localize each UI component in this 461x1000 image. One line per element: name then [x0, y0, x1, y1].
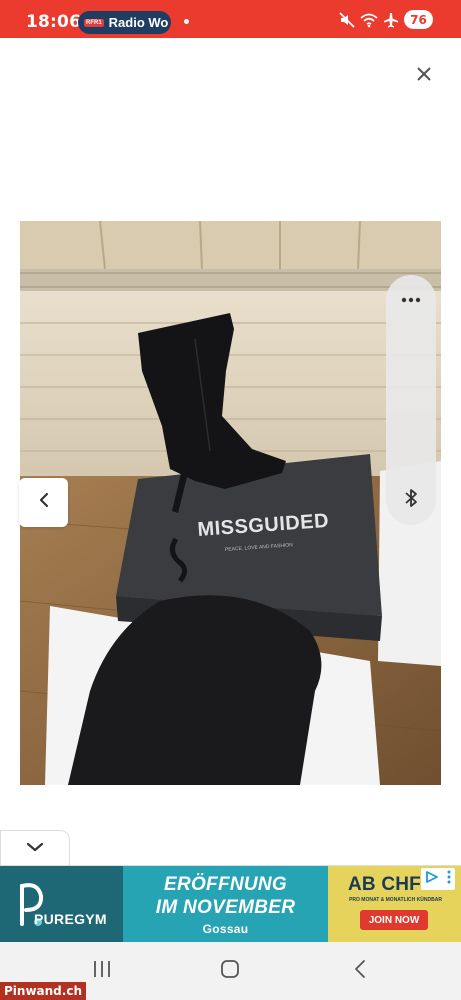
wifi-icon — [360, 12, 378, 28]
ad-message-panel[interactable]: ERÖFFNUNG IM NOVEMBER Gossau — [123, 866, 328, 942]
radio-logo: RFR1 — [84, 18, 104, 27]
chevron-down-icon — [25, 840, 45, 858]
ad-choices-icon — [425, 870, 439, 889]
home-button[interactable] — [210, 956, 250, 986]
airplane-icon — [383, 12, 399, 28]
close-icon — [416, 66, 432, 87]
ad-join-button[interactable]: JOIN NOW — [360, 910, 428, 930]
battery-indicator: 76 — [404, 10, 433, 29]
back-icon — [353, 959, 367, 984]
back-button[interactable] — [340, 956, 380, 986]
notification-pill[interactable]: RFR1 Radio Wo — [78, 11, 171, 34]
status-bar: 18:06 RFR1 Radio Wo 76 — [0, 0, 461, 38]
ad-fine-print: PRO MONAT & MONATLICH KÜNDBAR — [349, 897, 442, 903]
ad-offer-panel[interactable]: AB CHF 35 PRO MONAT & MONATLICH KÜNDBAR … — [328, 866, 461, 942]
recents-icon — [92, 960, 112, 983]
ad-headline-2: IM NOVEMBER — [155, 896, 296, 918]
mute-icon — [339, 11, 355, 28]
bluetooth-icon — [404, 488, 418, 513]
close-button[interactable] — [410, 62, 438, 90]
home-icon — [220, 959, 240, 984]
recents-button[interactable] — [82, 956, 122, 986]
ad-headline-1: ERÖFFNUNG — [163, 873, 288, 895]
chevron-left-icon — [38, 492, 50, 513]
ad-location: Gossau — [202, 921, 249, 936]
notification-pill-label: Radio Wo — [108, 15, 169, 30]
ad-choices-button[interactable] — [421, 868, 455, 890]
ad-brand-name: PUREGYM — [34, 911, 107, 927]
ad-options-icon — [447, 870, 451, 889]
status-time: 18:06 — [26, 12, 82, 32]
bluetooth-button[interactable] — [386, 487, 436, 513]
notification-dot — [184, 19, 189, 24]
listing-photo[interactable]: MISSGUIDED PEACE, LOVE AND FASHION — [20, 221, 441, 785]
side-panel — [386, 275, 436, 525]
more-horizontal-icon — [401, 290, 421, 308]
previous-image-button[interactable] — [19, 478, 68, 527]
screen: 18:06 RFR1 Radio Wo 76 MISSGUIDED PEACE,… — [0, 0, 461, 1000]
watermark: Pinwand.ch — [0, 982, 86, 1000]
collapse-ad-tab[interactable] — [0, 830, 70, 866]
ad-brand-panel[interactable]: PUREGYM — [0, 866, 123, 942]
ad-banner[interactable]: PUREGYM ERÖFFNUNG IM NOVEMBER Gossau AB … — [0, 866, 461, 942]
more-button[interactable] — [386, 285, 436, 313]
status-icons: 76 — [339, 10, 433, 29]
